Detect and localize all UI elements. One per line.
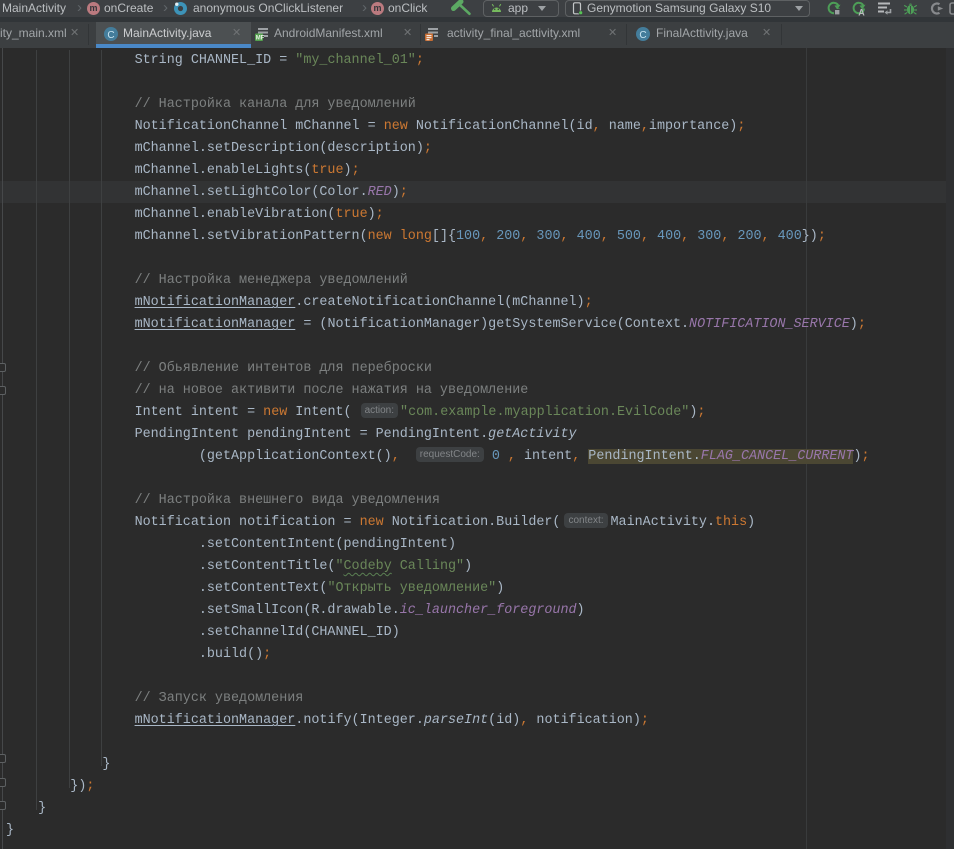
- svg-text:MF: MF: [256, 36, 265, 41]
- svg-text:C: C: [107, 30, 114, 41]
- svg-text:C: C: [639, 30, 646, 41]
- svg-text:A: A: [858, 8, 865, 17]
